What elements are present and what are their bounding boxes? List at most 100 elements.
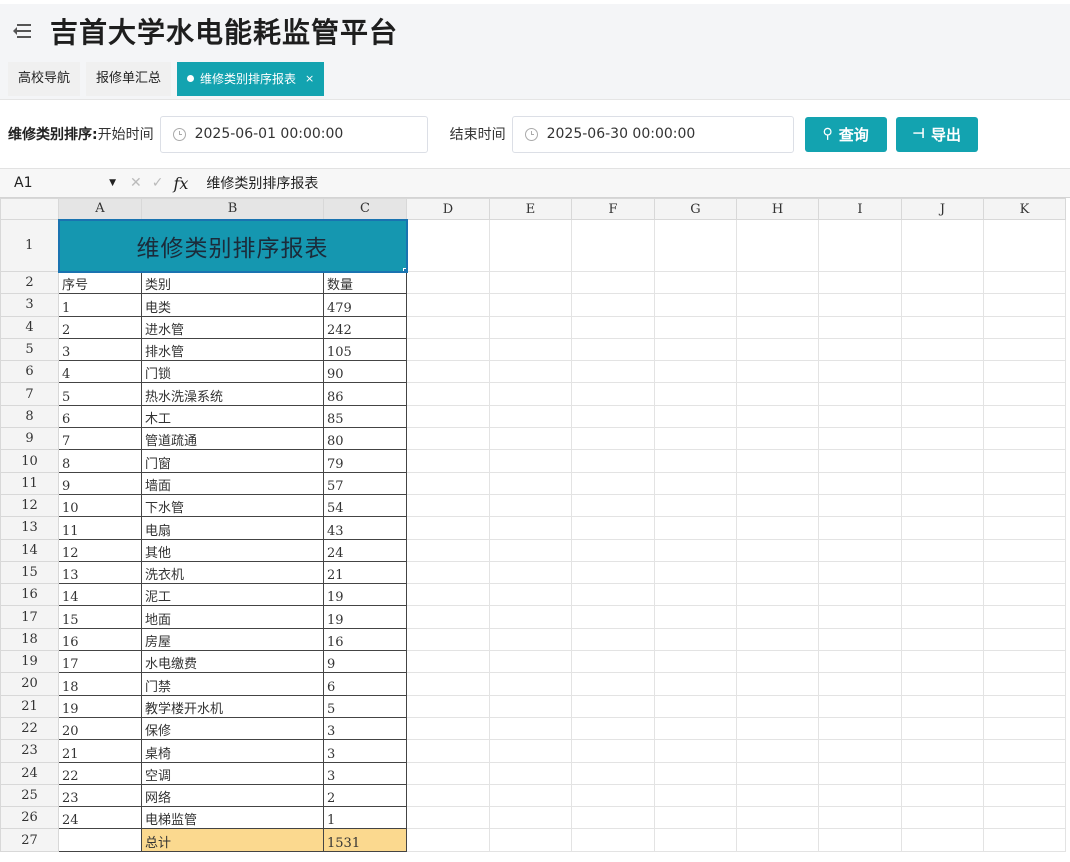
cell-count[interactable]: 19 [323, 605, 407, 629]
cell-count[interactable]: 16 [323, 627, 407, 652]
cell-category[interactable]: 其他 [141, 538, 324, 562]
sheet-grid[interactable]: A B C D E F G H I J K 1 维修类别排序报表 2 序号 类别… [0, 198, 1066, 852]
grid-cell[interactable] [654, 627, 737, 652]
grid-cell[interactable] [818, 404, 902, 429]
cell-category[interactable]: 墙面 [141, 471, 324, 495]
row-header[interactable]: 21 [0, 694, 59, 718]
grid-cell[interactable] [654, 449, 737, 473]
grid-cell[interactable] [818, 761, 902, 785]
cell-count[interactable]: 6 [323, 672, 407, 696]
cell-seq[interactable]: 19 [58, 694, 142, 718]
cell-category[interactable]: 泥工 [141, 583, 324, 607]
grid-cell[interactable] [571, 382, 655, 406]
grid-cell[interactable] [406, 650, 490, 674]
grid-cell[interactable] [736, 516, 819, 540]
grid-cell[interactable] [736, 828, 819, 852]
grid-cell[interactable] [901, 538, 984, 562]
grid-cell[interactable] [654, 583, 737, 607]
column-header[interactable]: A [58, 198, 142, 220]
spreadsheet[interactable]: A B C D E F G H I J K 1 维修类别排序报表 2 序号 类别… [0, 198, 1070, 862]
grid-cell[interactable] [571, 293, 655, 317]
grid-cell[interactable] [818, 360, 902, 384]
grid-cell[interactable] [901, 739, 984, 763]
grid-cell[interactable] [654, 538, 737, 562]
grid-cell[interactable] [571, 783, 655, 808]
grid-cell[interactable] [489, 694, 572, 718]
cell-count[interactable]: 57 [323, 471, 407, 495]
row-header[interactable]: 12 [0, 493, 59, 518]
cell-count[interactable]: 86 [323, 382, 407, 406]
grid-cell[interactable] [571, 761, 655, 785]
grid-cell[interactable] [489, 806, 572, 830]
grid-cell[interactable] [489, 650, 572, 674]
cell-category[interactable]: 房屋 [141, 627, 324, 652]
grid-cell[interactable] [818, 293, 902, 317]
grid-cell[interactable] [654, 783, 737, 808]
cell-seq[interactable]: 5 [58, 382, 142, 406]
grid-cell[interactable] [489, 270, 572, 295]
cell-category[interactable]: 电类 [141, 293, 324, 317]
grid-cell[interactable] [901, 516, 984, 540]
cell-seq[interactable]: 23 [58, 783, 142, 808]
grid-cell[interactable] [489, 382, 572, 406]
cell-category[interactable]: 桌椅 [141, 739, 324, 763]
grid-cell[interactable] [983, 449, 1066, 473]
grid-cell[interactable] [406, 828, 490, 852]
cell-seq[interactable]: 13 [58, 560, 142, 585]
cell-seq[interactable]: 9 [58, 471, 142, 495]
grid-cell[interactable] [901, 694, 984, 718]
grid-cell[interactable] [901, 382, 984, 406]
grid-cell[interactable] [654, 493, 737, 518]
grid-cell[interactable] [983, 716, 1066, 741]
grid-cell[interactable] [406, 761, 490, 785]
grid-cell[interactable] [654, 716, 737, 741]
grid-cell[interactable] [901, 583, 984, 607]
grid-cell[interactable] [983, 427, 1066, 451]
cell-category[interactable]: 保修 [141, 716, 324, 741]
grid-cell[interactable] [983, 694, 1066, 718]
grid-cell[interactable] [901, 293, 984, 317]
grid-cell[interactable] [736, 427, 819, 451]
grid-cell[interactable] [654, 427, 737, 451]
column-header[interactable]: F [571, 198, 655, 220]
grid-cell[interactable] [571, 337, 655, 362]
grid-cell[interactable] [736, 493, 819, 518]
row-header[interactable]: 6 [0, 360, 59, 384]
grid-cell[interactable] [983, 219, 1066, 272]
end-time-input[interactable]: 2025-06-30 00:00:00 [511, 115, 794, 153]
row-header[interactable]: 3 [0, 293, 59, 317]
grid-cell[interactable] [818, 270, 902, 295]
cell-count[interactable]: 79 [323, 449, 407, 473]
grid-cell[interactable] [654, 605, 737, 629]
grid-cell[interactable] [901, 560, 984, 585]
grid-cell[interactable] [571, 538, 655, 562]
row-header[interactable]: 2 [0, 270, 59, 295]
grid-cell[interactable] [571, 828, 655, 852]
grid-cell[interactable] [736, 806, 819, 830]
grid-cell[interactable] [901, 493, 984, 518]
grid-cell[interactable] [406, 360, 490, 384]
grid-cell[interactable] [736, 694, 819, 718]
row-header[interactable]: 24 [0, 761, 59, 785]
grid-cell[interactable] [736, 672, 819, 696]
cell-seq[interactable] [58, 828, 142, 852]
grid-cell[interactable] [736, 270, 819, 295]
formula-input[interactable]: 维修类别排序报表 [206, 173, 318, 193]
cell-count[interactable]: 85 [323, 404, 407, 429]
grid-cell[interactable] [406, 449, 490, 473]
grid-cell[interactable] [654, 471, 737, 495]
column-header[interactable]: C [323, 198, 407, 220]
grid-cell[interactable] [571, 270, 655, 295]
grid-cell[interactable] [571, 493, 655, 518]
grid-cell[interactable] [983, 605, 1066, 629]
grid-cell[interactable] [736, 538, 819, 562]
grid-cell[interactable] [571, 716, 655, 741]
grid-cell[interactable] [654, 761, 737, 785]
grid-cell[interactable] [406, 404, 490, 429]
grid-cell[interactable] [406, 471, 490, 495]
fill-handle[interactable] [402, 267, 405, 270]
cell-count[interactable]: 242 [323, 315, 407, 339]
grid-cell[interactable] [818, 716, 902, 741]
grid-cell[interactable] [736, 605, 819, 629]
cell-seq[interactable]: 17 [58, 650, 142, 674]
